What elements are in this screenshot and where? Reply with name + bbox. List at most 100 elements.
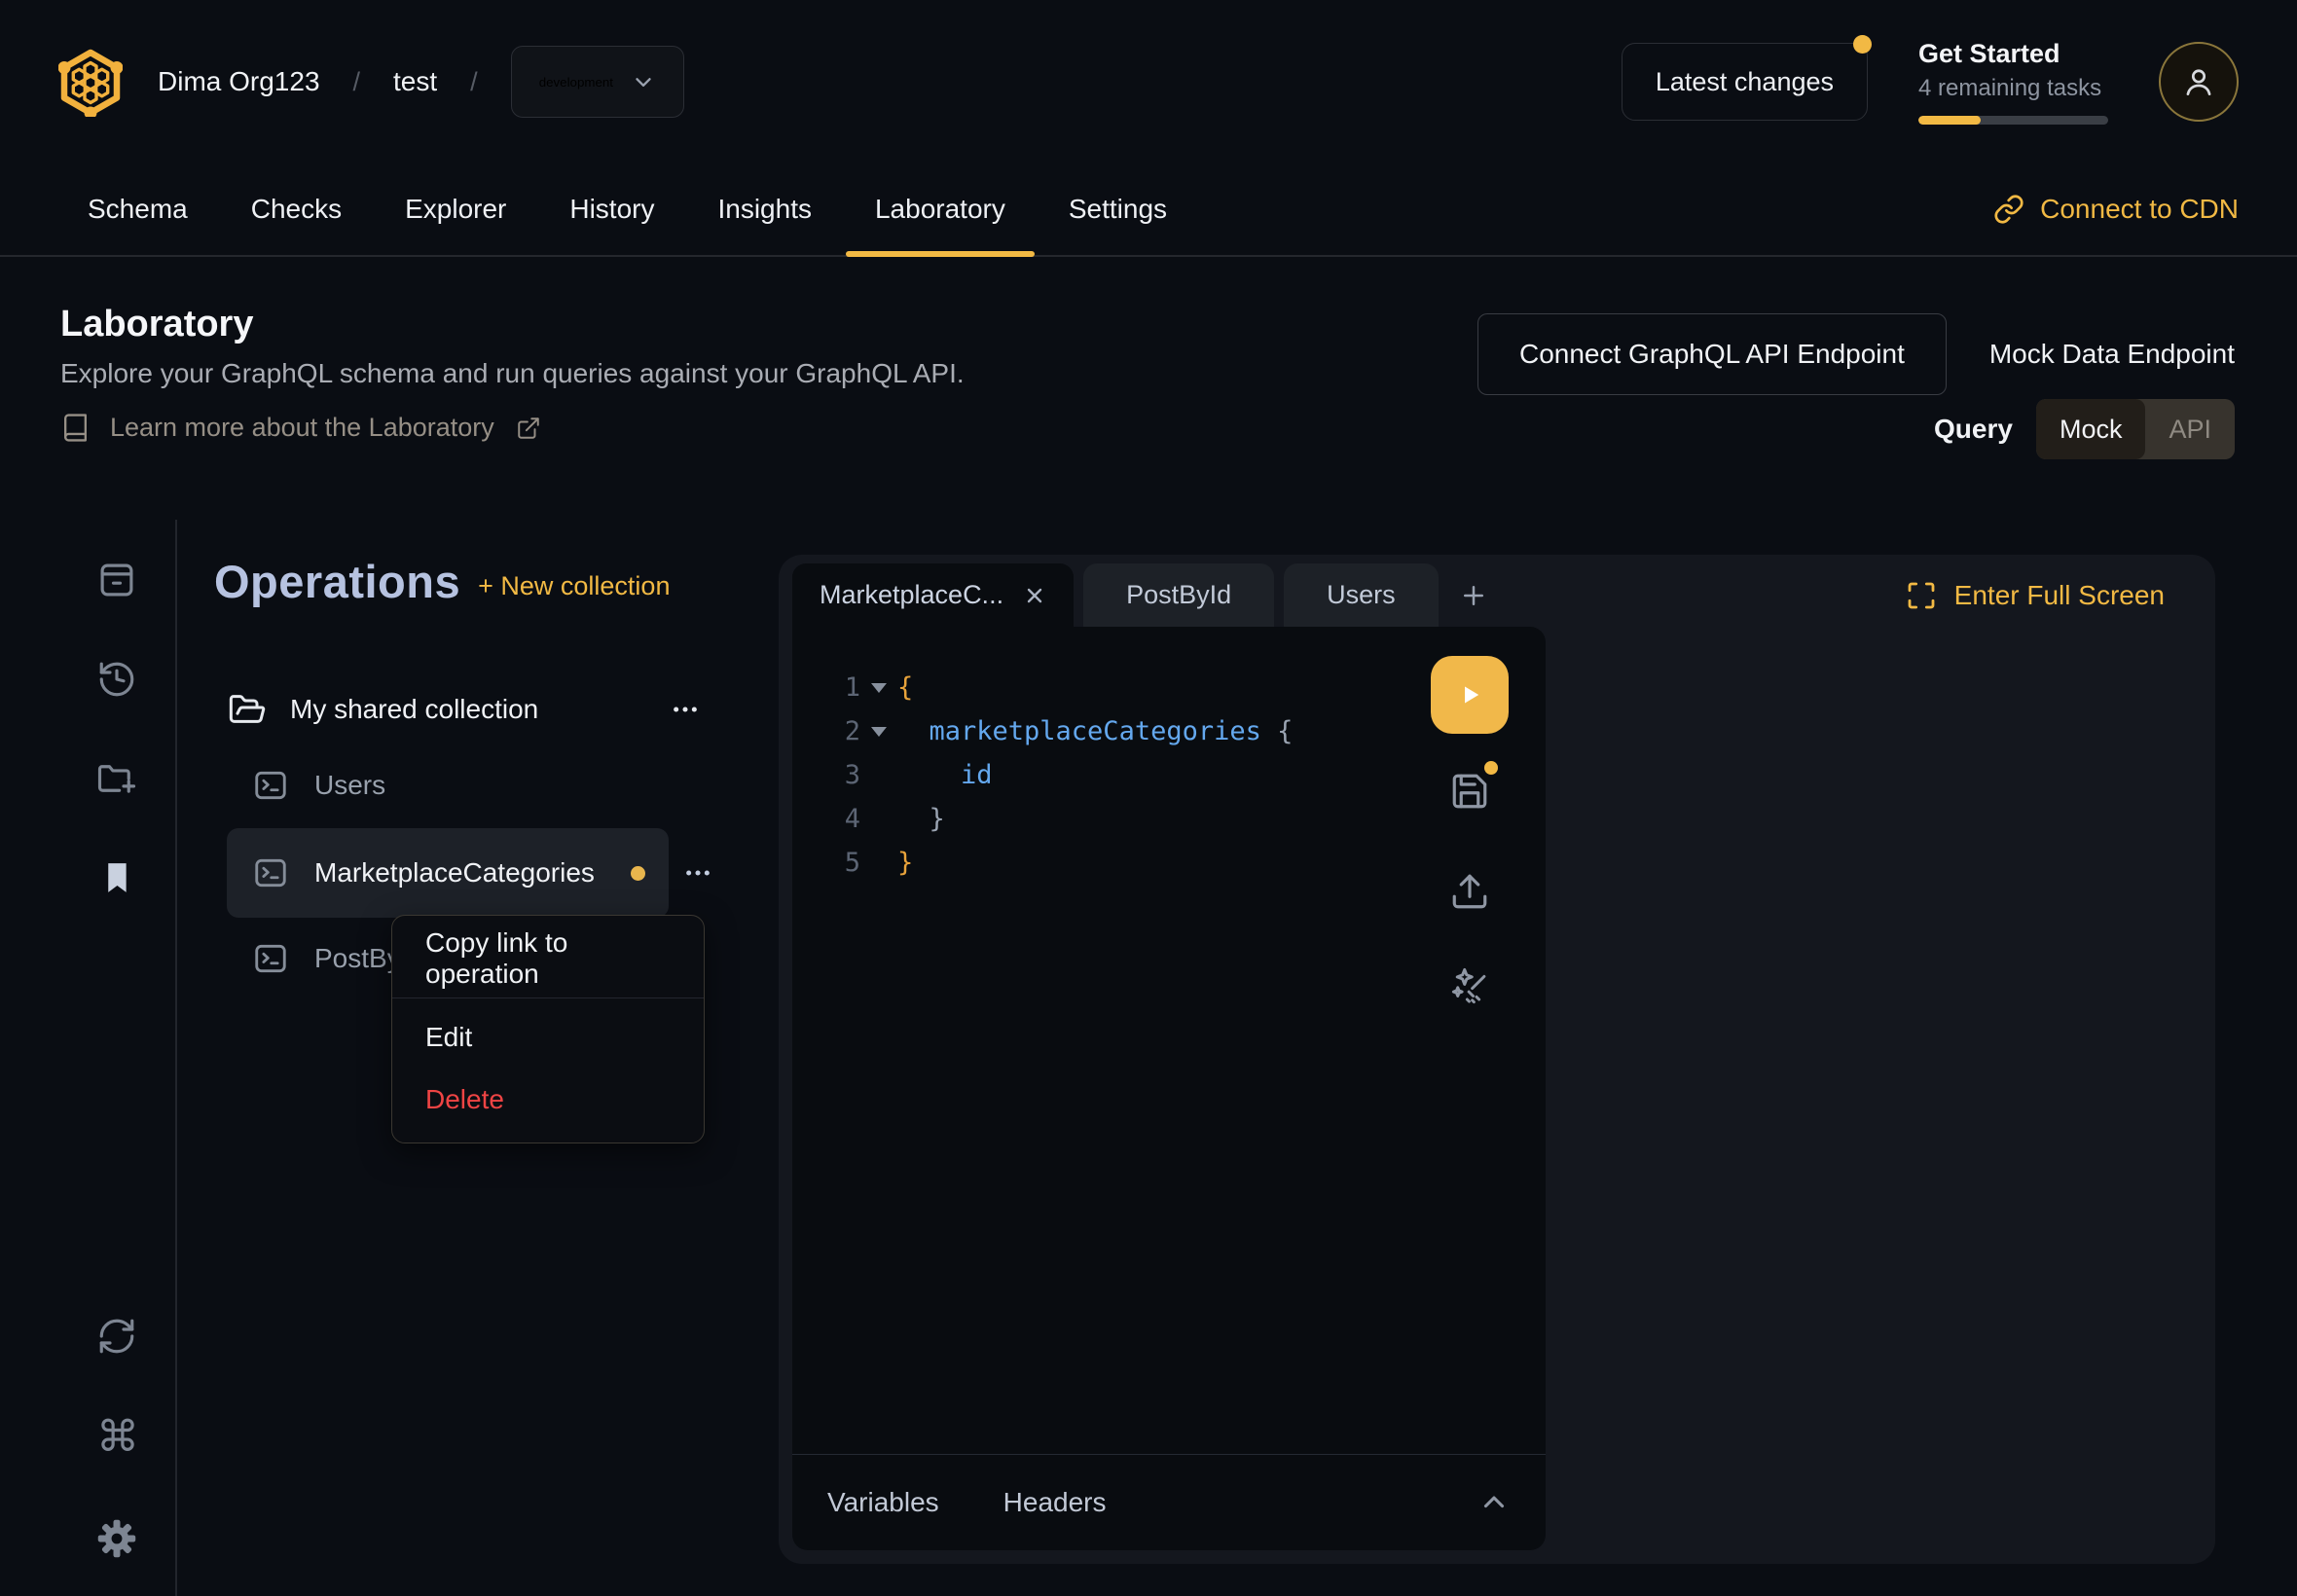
collections-bookmark-icon[interactable] (96, 857, 137, 898)
share-operation-button[interactable] (1449, 871, 1490, 917)
endpoint-actions: Connect GraphQL API Endpoint Mock Data E… (1477, 313, 2235, 395)
save-icon (1449, 771, 1490, 812)
query-label: Query (1934, 414, 2013, 445)
enter-fullscreen-button[interactable]: Enter Full Screen (1906, 580, 2165, 611)
editor-toolbar (1431, 656, 1509, 1011)
new-tab-button[interactable] (1454, 576, 1493, 615)
operation-icon (252, 940, 289, 977)
collection-name: My shared collection (290, 694, 538, 725)
menu-item-delete[interactable]: Delete (392, 1069, 704, 1131)
latest-changes-label: Latest changes (1656, 67, 1834, 97)
get-started-title: Get Started (1918, 39, 2108, 69)
upload-icon (1449, 871, 1490, 912)
breadcrumb-separator: / (470, 67, 478, 97)
app-root: Dima Org123 / test / development Latest … (0, 0, 2297, 1596)
laboratory-content: ⌘ (0, 516, 2297, 1596)
tab-history[interactable]: History (540, 163, 683, 255)
editor-tab-users[interactable]: Users (1284, 563, 1439, 627)
execute-query-button[interactable] (1431, 656, 1509, 734)
collection-menu-button[interactable] (670, 694, 701, 725)
unsaved-changes-dot (1484, 761, 1498, 775)
operation-menu-button[interactable] (682, 857, 713, 889)
prettify-button[interactable] (1449, 965, 1490, 1011)
ellipsis-icon (682, 857, 713, 889)
notification-dot (1853, 35, 1872, 54)
headers-tab[interactable]: Headers (1003, 1487, 1107, 1518)
shortcuts-icon[interactable]: ⌘ (96, 1417, 137, 1458)
laboratory-subheader: Laboratory Explore your GraphQL schema a… (0, 257, 2297, 516)
external-link-icon (516, 416, 541, 441)
fold-toggle[interactable] (860, 727, 890, 737)
breadcrumb: Dima Org123 / test / development (158, 46, 684, 118)
get-started-progress-track (1918, 116, 2108, 125)
operation-row-users[interactable]: Users (227, 754, 669, 816)
variables-tab[interactable]: Variables (827, 1487, 939, 1518)
operation-context-menu: Copy link to operation Edit Delete (391, 915, 705, 1143)
save-operation-button[interactable] (1449, 771, 1490, 816)
collapse-footer-button[interactable] (1477, 1486, 1511, 1519)
query-mode-mock[interactable]: Mock (2036, 399, 2146, 459)
tab-settings[interactable]: Settings (1039, 163, 1196, 255)
breadcrumb-project[interactable]: test (393, 66, 437, 97)
editor-tab-postbyid[interactable]: PostById (1083, 563, 1274, 627)
menu-item-edit[interactable]: Edit (392, 1006, 704, 1069)
tab-laboratory[interactable]: Laboratory (846, 163, 1035, 255)
ellipsis-icon (670, 694, 701, 725)
query-panel: MarketplaceC... PostById Users E (779, 555, 2215, 1564)
menu-item-copy-link[interactable]: Copy link to operation (392, 927, 704, 990)
operation-icon (252, 854, 289, 891)
mock-data-endpoint-link[interactable]: Mock Data Endpoint (1989, 339, 2235, 370)
environment-selector[interactable]: development (511, 46, 684, 118)
collection-row[interactable]: My shared collection (214, 678, 720, 741)
link-icon (1993, 194, 2024, 225)
breadcrumb-separator: / (353, 67, 361, 97)
environment-label: development (539, 75, 613, 90)
latest-changes-button[interactable]: Latest changes (1622, 43, 1868, 121)
user-avatar[interactable] (2159, 42, 2239, 122)
chevron-up-icon (1477, 1486, 1511, 1519)
hive-logo-icon[interactable] (58, 47, 123, 117)
book-icon (60, 413, 91, 443)
tab-explorer[interactable]: Explorer (376, 163, 535, 255)
new-collection-icon[interactable] (96, 758, 137, 799)
query-editor[interactable]: 1 { 2 marketplaceCategories { 3 id (792, 627, 1546, 1550)
new-collection-link[interactable]: + New collection (478, 571, 670, 601)
query-mode-api[interactable]: API (2145, 399, 2235, 459)
chevron-down-icon (631, 69, 656, 94)
get-started-progress-fill (1918, 116, 1981, 125)
person-icon (2180, 63, 2217, 100)
get-started-widget[interactable]: Get Started 4 remaining tasks (1918, 39, 2108, 125)
fullscreen-icon (1906, 580, 1937, 611)
top-header: Dima Org123 / test / development Latest … (0, 0, 2297, 163)
documentation-explorer-icon[interactable] (96, 560, 137, 600)
history-icon[interactable] (96, 659, 137, 700)
editor-tabs: MarketplaceC... PostById Users (792, 563, 1493, 627)
query-mode-toggle: Mock API (2036, 399, 2235, 459)
editor-tab-marketplacecategories[interactable]: MarketplaceC... (792, 563, 1074, 627)
unsaved-changes-dot (631, 866, 645, 881)
page-subtitle: Explore your GraphQL schema and run quer… (60, 358, 965, 389)
get-started-subtitle: 4 remaining tasks (1918, 75, 2108, 102)
header-right: Latest changes Get Started 4 remaining t… (1622, 39, 2239, 125)
page-title: Laboratory (60, 304, 253, 345)
editor-footer: Variables Headers (792, 1454, 1546, 1550)
tab-insights[interactable]: Insights (688, 163, 841, 255)
tool-rail: ⌘ (58, 516, 175, 1596)
learn-more-link[interactable]: Learn more about the Laboratory (60, 413, 541, 443)
plus-icon (1459, 581, 1488, 610)
operation-row-marketplacecategories[interactable]: MarketplaceCategories (227, 828, 669, 918)
connect-to-cdn-link[interactable]: Connect to CDN (1993, 163, 2239, 255)
main-nav: Schema Checks Explorer History Insights … (0, 163, 2297, 257)
tab-checks[interactable]: Checks (222, 163, 371, 255)
vertical-divider (175, 520, 177, 1596)
play-icon (1453, 678, 1486, 711)
tab-schema[interactable]: Schema (58, 163, 217, 255)
settings-gear-icon[interactable] (96, 1518, 137, 1559)
close-tab-icon[interactable] (1023, 584, 1046, 607)
prettify-sparkle-icon (1449, 965, 1490, 1006)
refetch-schema-icon[interactable] (96, 1316, 137, 1357)
connect-endpoint-button[interactable]: Connect GraphQL API Endpoint (1477, 313, 1947, 395)
breadcrumb-org[interactable]: Dima Org123 (158, 66, 320, 97)
fold-toggle[interactable] (860, 683, 890, 693)
operations-heading: Operations (214, 555, 460, 608)
